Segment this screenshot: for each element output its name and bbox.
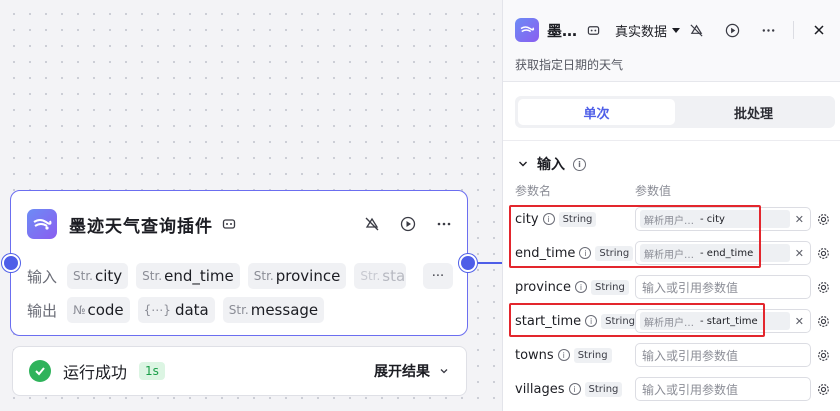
column-headers: 参数名 参数值 bbox=[515, 184, 672, 198]
info-icon: i bbox=[568, 383, 581, 395]
run-status-bar: 运行成功 1s 展开结果 bbox=[12, 346, 467, 396]
input-chip-end-time: Str. end_time bbox=[136, 263, 240, 289]
input-label: 输入 bbox=[27, 267, 58, 286]
param-row-villages: villages i String 输入或引用参数值 bbox=[515, 375, 835, 403]
header-divider bbox=[793, 21, 794, 39]
panel-title: 墨… bbox=[547, 21, 578, 40]
data-source-select[interactable]: 真实数据 bbox=[615, 21, 681, 40]
tab-single[interactable]: 单次 bbox=[518, 99, 675, 125]
plugin-description: 获取指定日期的天气 bbox=[515, 58, 624, 72]
more-options-icon[interactable] bbox=[757, 19, 779, 41]
more-inputs-button[interactable]: ··· bbox=[423, 263, 453, 289]
plugin-node-card[interactable]: 墨迹天气查询插件 输入 Str. city Str. end_time Str. pr… bbox=[10, 190, 468, 336]
param-value-villages[interactable]: 输入或引用参数值 bbox=[635, 377, 811, 401]
plugin-badge-icon bbox=[585, 22, 601, 38]
settings-gear-icon[interactable] bbox=[815, 245, 831, 261]
settings-gear-icon[interactable] bbox=[815, 313, 831, 329]
output-chip-data: {⋯} data bbox=[137, 297, 215, 323]
expand-result-button[interactable]: 展开结果 bbox=[374, 361, 450, 381]
plugin-logo-icon bbox=[27, 209, 57, 239]
plugin-badge-icon bbox=[221, 216, 237, 232]
highlight-box-city-end-time bbox=[509, 205, 761, 268]
section-divider bbox=[503, 140, 840, 141]
disable-debug-icon[interactable] bbox=[685, 19, 707, 41]
clear-icon[interactable]: ✕ bbox=[795, 315, 806, 328]
output-chip-code: № code bbox=[67, 297, 130, 323]
node-output-port[interactable] bbox=[459, 254, 477, 272]
input-section-header[interactable]: 输入 i bbox=[517, 154, 586, 174]
run-node-icon[interactable] bbox=[397, 213, 419, 235]
param-row-towns: towns i String 输入或引用参数值 bbox=[515, 341, 835, 369]
settings-gear-icon[interactable] bbox=[815, 279, 831, 295]
run-mode-tabs: 单次 批处理 bbox=[515, 96, 835, 128]
info-icon: i bbox=[557, 349, 570, 361]
test-run-panel: 墨… 真实数据 获取指定日期的天气 单次 批处理 输入 i 参数名 参数值 ci… bbox=[502, 0, 840, 411]
output-chip-message: Str. message bbox=[222, 297, 325, 323]
success-check-icon bbox=[29, 360, 51, 382]
plugin-logo-icon bbox=[515, 18, 539, 42]
node-inputs-row: 输入 Str. city Str. end_time Str. province St… bbox=[27, 263, 414, 289]
connection-line bbox=[478, 262, 502, 264]
param-value-towns[interactable]: 输入或引用参数值 bbox=[635, 343, 811, 367]
param-value-province[interactable]: 输入或引用参数值 bbox=[635, 275, 811, 299]
clear-icon[interactable]: ✕ bbox=[795, 213, 806, 226]
chevron-down-icon bbox=[519, 161, 527, 167]
chevron-down-icon bbox=[440, 369, 448, 374]
param-row-province: province i String 输入或引用参数值 bbox=[515, 273, 835, 301]
node-header: 墨迹天气查询插件 bbox=[27, 207, 455, 241]
node-title: 墨迹天气查询插件 bbox=[69, 216, 213, 237]
caret-down-icon bbox=[672, 28, 681, 33]
settings-gear-icon[interactable] bbox=[815, 211, 831, 227]
output-label: 输出 bbox=[27, 301, 58, 320]
input-chip-start-time: Str.star bbox=[354, 263, 407, 289]
node-input-port[interactable] bbox=[2, 254, 20, 272]
status-text: 运行成功 bbox=[63, 363, 128, 382]
close-icon[interactable] bbox=[808, 19, 830, 41]
clear-icon[interactable]: ✕ bbox=[795, 247, 806, 260]
highlight-box-start-time bbox=[509, 303, 765, 337]
input-chip-province: Str. province bbox=[247, 263, 347, 289]
more-options-icon[interactable] bbox=[433, 213, 455, 235]
settings-gear-icon[interactable] bbox=[815, 381, 831, 397]
input-chip-city: Str. city bbox=[67, 263, 129, 289]
run-time-badge: 1s bbox=[139, 362, 165, 380]
info-icon: i bbox=[573, 157, 586, 171]
node-outputs-row: 输出 № code {⋯} data Str. message bbox=[27, 297, 332, 323]
info-icon: i bbox=[574, 281, 587, 293]
run-icon[interactable] bbox=[721, 19, 743, 41]
disable-debug-icon[interactable] bbox=[361, 213, 383, 235]
settings-gear-icon[interactable] bbox=[815, 347, 831, 363]
tab-batch[interactable]: 批处理 bbox=[675, 99, 832, 125]
